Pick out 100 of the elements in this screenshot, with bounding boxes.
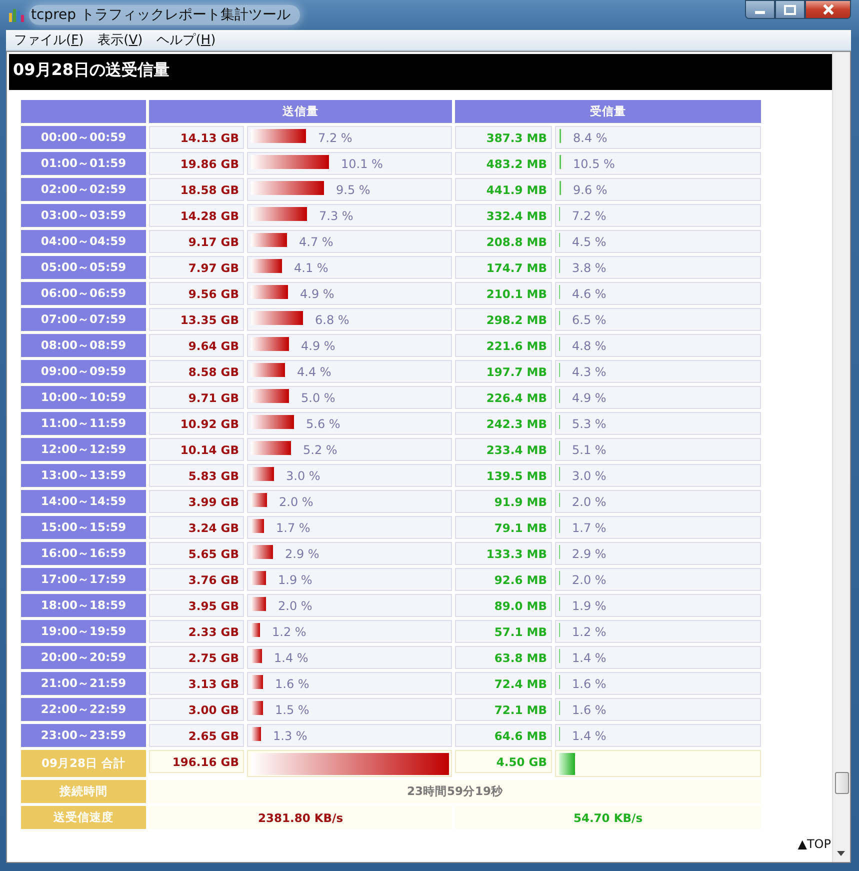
percentage-text: 1.6 % (275, 676, 310, 690)
scrollbar[interactable] (832, 52, 850, 862)
time-cell: 17:00～17:59 (21, 568, 146, 591)
time-cell: 05:00～05:59 (21, 256, 146, 279)
percentage-text: 4.9 % (300, 286, 334, 300)
percentage-text: 5.0 % (301, 390, 336, 404)
percentage-text: 2.9 % (572, 546, 606, 560)
received-value-cell: 233.4 MB (455, 438, 552, 461)
time-cell: 04:00～04:59 (21, 230, 146, 253)
percentage-text: 4.7 % (299, 234, 334, 248)
percentage-text: 4.3 % (572, 364, 606, 378)
time-cell: 21:00～21:59 (21, 672, 146, 695)
time-cell: 19:00～19:59 (21, 620, 146, 643)
time-cell: 13:00～13:59 (21, 464, 146, 487)
received-value-cell: 79.1 MB (455, 516, 552, 539)
received-value-cell: 139.5 MB (455, 464, 552, 487)
percentage-text: 9.6 % (573, 182, 608, 196)
percentage-text: 1.4 % (572, 728, 606, 742)
percentage-text: 1.9 % (278, 572, 312, 586)
percentage-text: 8.4 % (573, 130, 608, 144)
menu-item[interactable]: ヘルプ(H) (156, 31, 216, 49)
received-total-cell: 4.50 GB (455, 750, 552, 773)
percentage-text: 1.2 % (572, 624, 606, 638)
received-value-cell: 72.4 MB (455, 672, 552, 695)
percentage-text: 10.1 % (341, 156, 383, 170)
percentage-text: 2.9 % (285, 546, 320, 560)
menu-item[interactable]: ファイル(F) (14, 31, 84, 49)
sent-value-cell: 14.28 GB (149, 204, 244, 227)
received-value-cell: 92.6 MB (455, 568, 552, 591)
percentage-text: 9.5 % (336, 182, 370, 196)
close-button[interactable] (805, 0, 851, 19)
time-cell: 01:00～01:59 (21, 152, 146, 175)
maximize-button[interactable] (775, 0, 805, 19)
percentage-text: 1.7 % (572, 520, 606, 534)
percentage-text: 7.2 % (318, 130, 352, 144)
column-header: 送信量 (149, 100, 452, 123)
received-value-cell: 226.4 MB (455, 386, 552, 409)
sent-value-cell: 3.24 GB (149, 516, 244, 539)
percentage-text: 5.3 % (572, 416, 606, 430)
sent-value-cell: 3.99 GB (149, 490, 244, 513)
time-cell: 10:00～10:59 (21, 386, 146, 409)
percentage-text: 1.5 % (275, 702, 310, 716)
scroll-down-icon[interactable] (837, 851, 845, 856)
time-cell: 16:00～16:59 (21, 542, 146, 565)
percentage-text: 2.0 % (572, 494, 606, 508)
top-link[interactable]: ▲TOP (798, 837, 831, 851)
sent-value-cell: 10.14 GB (149, 438, 244, 461)
bar-chart-icon (8, 7, 24, 23)
time-cell: 18:00～18:59 (21, 594, 146, 617)
received-value-cell: 174.7 MB (455, 256, 552, 279)
received-value-cell: 242.3 MB (455, 412, 552, 435)
percentage-text: 6.5 % (572, 312, 606, 326)
received-value-cell: 387.3 MB (455, 126, 552, 149)
time-cell: 06:00～06:59 (21, 282, 146, 305)
percentage-text: 4.8 % (572, 338, 606, 352)
total-label: 09月28日 合計 (21, 750, 146, 777)
column-header: 受信量 (455, 100, 761, 123)
time-cell: 02:00～02:59 (21, 178, 146, 201)
percentage-text: 1.2 % (272, 624, 306, 638)
percentage-text: 4.5 % (572, 234, 606, 248)
percentage-text: 10.5 % (573, 156, 615, 170)
time-cell: 03:00～03:59 (21, 204, 146, 227)
received-value-cell: 57.1 MB (455, 620, 552, 643)
sent-value-cell: 3.95 GB (149, 594, 244, 617)
time-cell: 11:00～11:59 (21, 412, 146, 435)
menu-item[interactable]: 表示(V) (98, 31, 143, 49)
connection-time-cell: 23時間59分19秒 (149, 780, 761, 803)
connection-label: 接続時間 (21, 780, 146, 803)
window-title: tcprep トラフィックレポート集計ツール (29, 5, 300, 25)
received-value-cell: 483.2 MB (455, 152, 552, 175)
percentage-text: 5.2 % (303, 442, 338, 456)
sent-value-cell: 18.58 GB (149, 178, 244, 201)
scroll-thumb[interactable] (835, 772, 849, 794)
minimize-button[interactable] (745, 0, 775, 19)
percentage-text: 1.7 % (276, 520, 310, 534)
sent-value-cell: 14.13 GB (149, 126, 244, 149)
percentage-text: 5.1 % (572, 442, 606, 456)
sent-value-cell: 13.35 GB (149, 308, 244, 331)
page-heading: 09月28日の送受信量 (9, 54, 832, 90)
sent-value-cell: 10.92 GB (149, 412, 244, 435)
percentage-text: 2.0 % (278, 598, 312, 612)
percentage-text: 6.8 % (315, 312, 350, 326)
percentage-text: 1.6 % (572, 702, 606, 716)
sent-value-cell: 2.75 GB (149, 646, 244, 669)
speed-label: 送受信速度 (21, 806, 146, 829)
received-value-cell: 332.4 MB (455, 204, 552, 227)
time-cell: 08:00～08:59 (21, 334, 146, 357)
sent-value-cell: 8.58 GB (149, 360, 244, 383)
percentage-text: 3.0 % (572, 468, 606, 482)
time-cell: 09:00～09:59 (21, 360, 146, 383)
received-value-cell: 91.9 MB (455, 490, 552, 513)
time-cell: 14:00～14:59 (21, 490, 146, 513)
received-value-cell: 298.2 MB (455, 308, 552, 331)
time-cell: 23:00～23:59 (21, 724, 146, 747)
time-cell: 20:00～20:59 (21, 646, 146, 669)
percentage-text: 4.4 % (297, 364, 332, 378)
percentage-text: 2.0 % (572, 572, 606, 586)
sent-value-cell: 19.86 GB (149, 152, 244, 175)
sent-value-cell: 9.71 GB (149, 386, 244, 409)
sent-value-cell: 9.17 GB (149, 230, 244, 253)
